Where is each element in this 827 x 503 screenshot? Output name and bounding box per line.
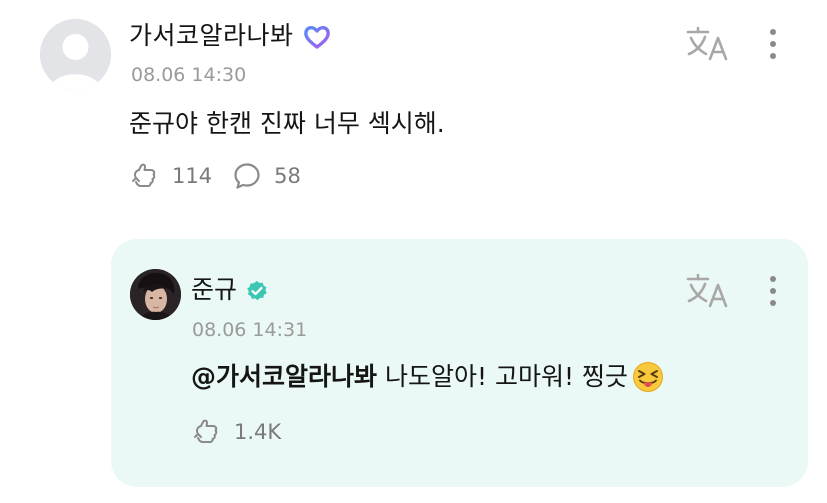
comment-count: 58 (274, 164, 301, 188)
profile-photo (130, 269, 181, 320)
reaction-icon (194, 419, 218, 444)
more-vertical-icon (770, 276, 776, 306)
reply-content: @가서코알라나봐 나도알아! 고마워! 찡긋 (191, 359, 664, 395)
translate-icon (686, 26, 728, 61)
reply-timestamp: 08.06 14:31 (192, 319, 308, 341)
tongue-out-emoji-icon (632, 362, 663, 392)
post-timestamp: 08.06 14:30 (131, 64, 247, 86)
translate-button[interactable] (686, 26, 730, 62)
reply-author-name[interactable]: 준규 (191, 273, 237, 307)
reaction-icon (132, 163, 156, 188)
comment-icon (234, 163, 260, 189)
reaction-button[interactable]: 1.4K (192, 417, 281, 447)
reply-message: 나도알아! 고마워! 찡긋 (385, 362, 628, 391)
more-vertical-icon (770, 29, 776, 59)
verified-check-icon (247, 281, 267, 301)
post-content: 준규야 한캔 진짜 너무 섹시해. (129, 109, 445, 138)
post-stats: 114 58 (130, 161, 301, 191)
post-author-name[interactable]: 가서코알라나봐 (129, 19, 294, 53)
translate-icon (686, 273, 728, 308)
reply-card: 준규 08.06 14:31 @가서코알라나봐 나도알아! 고마워! 찡긋 1.… (111, 239, 808, 487)
more-options-button[interactable] (766, 273, 780, 309)
avatar[interactable] (40, 19, 111, 90)
reaction-button[interactable]: 114 (130, 161, 212, 191)
reaction-count: 1.4K (234, 420, 282, 444)
translate-button[interactable] (686, 273, 730, 309)
avatar[interactable] (130, 269, 181, 320)
default-avatar-icon (40, 19, 111, 90)
reply-stats: 1.4K (192, 417, 281, 447)
more-options-button[interactable] (766, 26, 780, 62)
comment-button[interactable]: 58 (232, 161, 301, 191)
reaction-count: 114 (172, 164, 213, 188)
mention-link[interactable]: @가서코알라나봐 (191, 359, 377, 395)
heart-badge-icon (304, 26, 330, 49)
comment-thread: 가서코알라나봐 08.06 14:30 준규야 한캔 진짜 너무 섹시해. 11… (0, 0, 827, 503)
